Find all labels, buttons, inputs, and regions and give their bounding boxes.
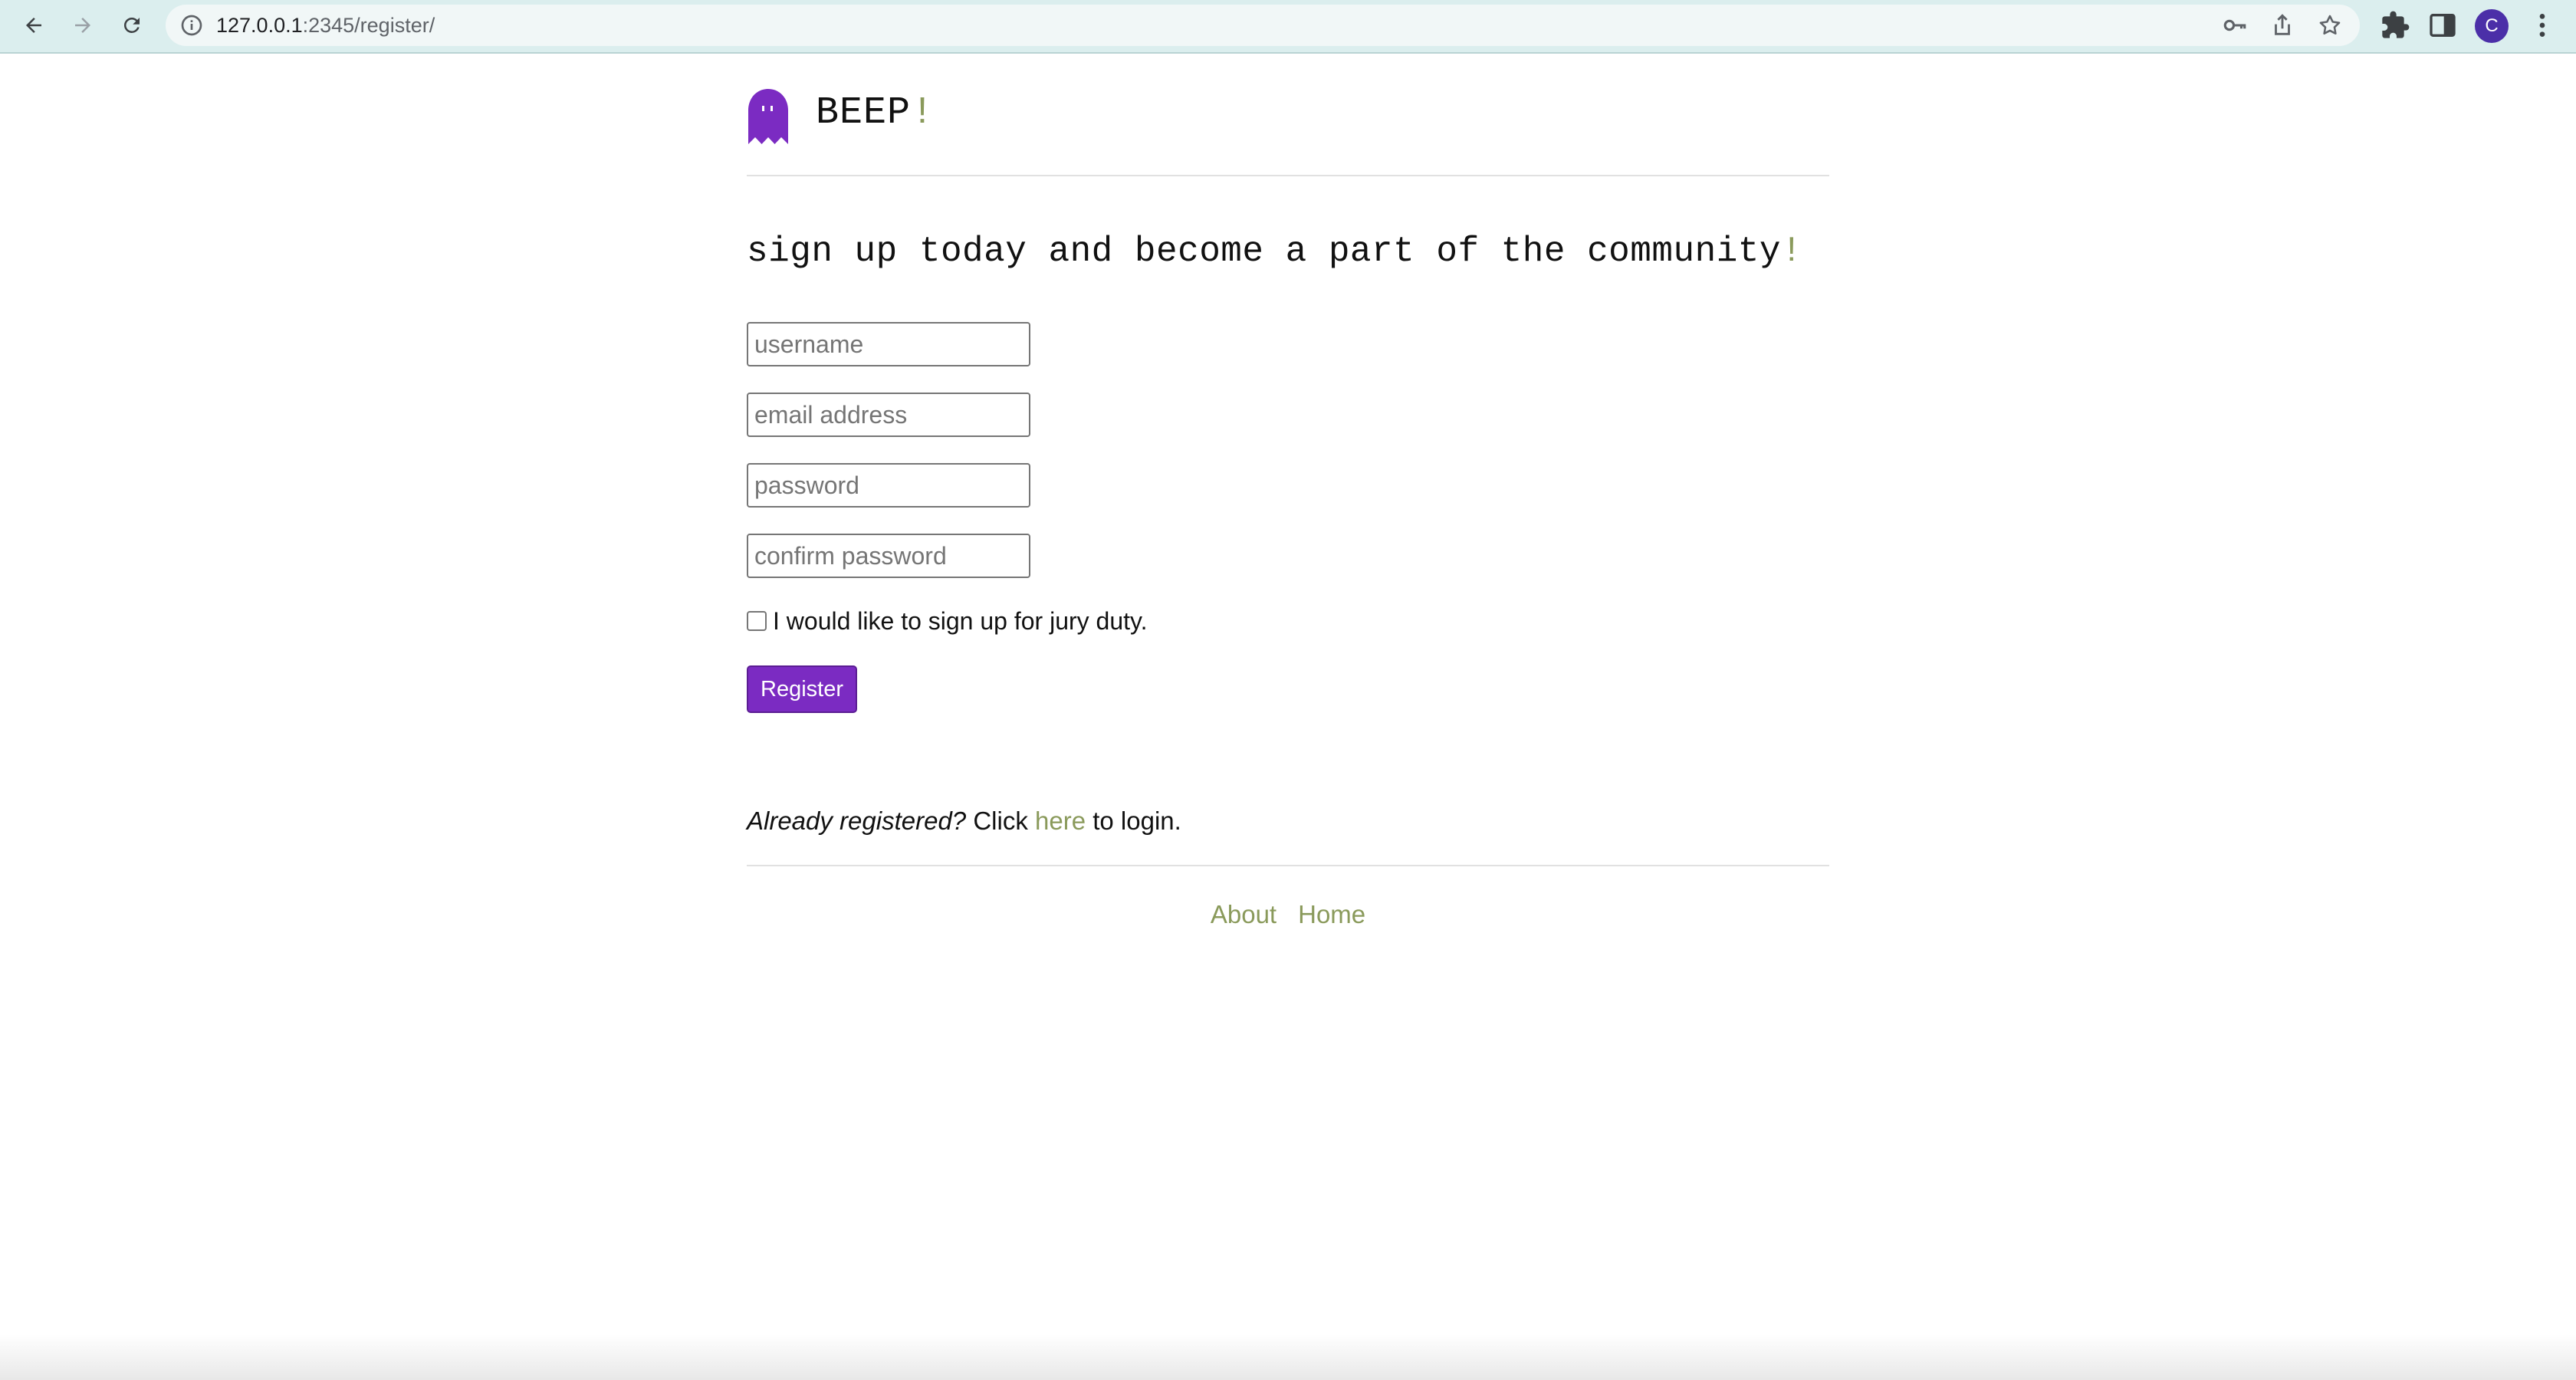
- headline-text: sign up today and become a part of the c…: [747, 232, 1782, 271]
- kebab-menu-icon[interactable]: [2527, 10, 2558, 41]
- info-icon[interactable]: [179, 13, 204, 38]
- browser-toolbar: 127.0.0.1:2345/register/ C: [0, 0, 2576, 54]
- forward-button[interactable]: [64, 7, 101, 44]
- confirm-password-field[interactable]: [747, 534, 1030, 578]
- site-header: BEEP!: [747, 55, 1829, 176]
- share-icon[interactable]: [2269, 12, 2295, 38]
- login-suffix: to login.: [1092, 807, 1181, 835]
- page-container: BEEP! sign up today and become a part of…: [747, 55, 1829, 928]
- window-bottom-shadow: [0, 1334, 2576, 1380]
- username-field[interactable]: [747, 322, 1030, 366]
- password-field[interactable]: [747, 463, 1030, 508]
- login-link[interactable]: here: [1035, 807, 1086, 835]
- key-icon[interactable]: [2222, 12, 2248, 38]
- footer-nav: About Home: [747, 900, 1829, 929]
- footer-link-home[interactable]: Home: [1298, 900, 1365, 928]
- side-panel-icon[interactable]: [2427, 10, 2458, 41]
- back-button[interactable]: [15, 7, 52, 44]
- jury-duty-checkbox[interactable]: [747, 611, 767, 631]
- ghost-icon[interactable]: [747, 87, 790, 146]
- brand-text: BEEP: [816, 91, 912, 135]
- arrow-left-icon: [26, 18, 41, 33]
- url-path: :2345/register/: [302, 14, 435, 37]
- brand-name[interactable]: BEEP!: [816, 92, 935, 135]
- url-text[interactable]: 127.0.0.1:2345/register/: [216, 5, 435, 46]
- email-field[interactable]: [747, 393, 1030, 437]
- reload-button[interactable]: [113, 7, 150, 44]
- brand-exclamation: !: [911, 91, 935, 135]
- address-bar[interactable]: 127.0.0.1:2345/register/: [166, 5, 2360, 46]
- puzzle-icon[interactable]: [2380, 10, 2410, 41]
- arrow-right-icon: [75, 18, 90, 33]
- register-button[interactable]: Register: [747, 665, 857, 713]
- footer-link-about[interactable]: About: [1211, 900, 1276, 928]
- jury-duty-label[interactable]: I would like to sign up for jury duty.: [773, 607, 1148, 636]
- login-prompt: Already registered? Click here to login.: [747, 807, 1181, 836]
- jury-duty-row: I would like to sign up for jury duty.: [747, 604, 1148, 638]
- login-question: Already registered?: [747, 807, 967, 835]
- star-icon[interactable]: [2317, 12, 2343, 38]
- url-host: 127.0.0.1: [216, 14, 303, 37]
- reload-icon: [123, 17, 140, 33]
- page-title: sign up today and become a part of the c…: [747, 230, 1802, 273]
- profile-avatar[interactable]: C: [2475, 9, 2509, 43]
- headline-exclamation: !: [1781, 232, 1803, 271]
- login-click-text: Click: [973, 807, 1028, 835]
- footer-divider: [747, 865, 1829, 866]
